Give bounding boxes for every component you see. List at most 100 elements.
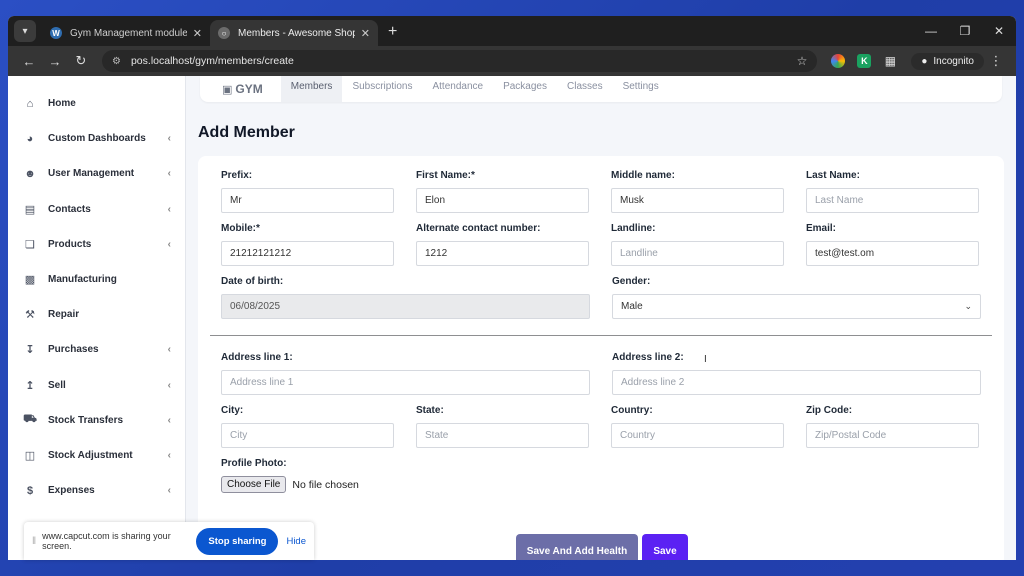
sidebar-item-label: User Management [48, 168, 135, 180]
tab-members[interactable]: Members [280, 76, 343, 102]
close-icon[interactable]: ✕ [361, 27, 370, 40]
incognito-badge[interactable]: ● Incognito [911, 52, 984, 70]
forward-icon[interactable]: → [42, 54, 68, 69]
first-name-label: First Name:* [416, 170, 475, 181]
tab-attendance[interactable]: Attendance [422, 76, 493, 102]
sidebar-item-label: Custom Dashboards [48, 133, 146, 145]
alt-contact-label: Alternate contact number: [416, 223, 541, 234]
gender-select[interactable]: Male ⌄ [612, 294, 981, 319]
dob-input[interactable]: 06/08/2025 [221, 294, 590, 319]
sidebar-item-purchases[interactable]: ↧ Purchases ‹ [8, 332, 185, 367]
tab-title: Gym Management module for ( [70, 27, 187, 39]
chevron-left-icon: ‹ [167, 485, 171, 497]
incognito-icon: ● [921, 55, 928, 67]
incognito-label: Incognito [933, 55, 974, 67]
address-bar[interactable]: ⚙ pos.localhost/gym/members/create ☆ [102, 50, 818, 72]
last-name-input[interactable]: Last Name [806, 188, 979, 213]
address1-input[interactable]: Address line 1 [221, 370, 590, 395]
sidebar-item-label: Expenses [48, 485, 95, 497]
first-name-input[interactable]: Elon [416, 188, 589, 213]
mobile-input[interactable]: 21212121212 [221, 241, 394, 266]
zip-input[interactable]: Zip/Postal Code [806, 423, 979, 448]
profile-photo-input: Choose File No file chosen [221, 476, 590, 493]
choose-file-button[interactable]: Choose File [221, 476, 287, 493]
sidebar-item-label: Stock Transfers [48, 414, 124, 426]
country-input[interactable]: Country [611, 423, 784, 448]
browser-window: ▾ W Gym Management module for ( ✕ ○ Memb… [8, 16, 1016, 560]
sidebar-item-repair[interactable]: ⚒ Repair [8, 297, 185, 332]
sidebar-item-sell[interactable]: ↥ Sell ‹ [8, 368, 185, 403]
extensions-puzzle-icon[interactable]: ▦ [883, 54, 897, 68]
city-input[interactable]: City [221, 423, 394, 448]
menu-dots-icon[interactable]: ⋮ [984, 53, 1008, 69]
close-icon[interactable]: ✕ [193, 27, 202, 40]
home-icon: ⌂ [26, 97, 34, 110]
address1-label: Address line 1: [221, 352, 293, 363]
zip-label: Zip Code: [806, 405, 853, 416]
sidebar-item-label: Home [48, 98, 76, 110]
url-text[interactable]: pos.localhost/gym/members/create [131, 55, 797, 67]
sidebar-item-label: Contacts [48, 203, 91, 215]
state-input[interactable]: State [416, 423, 589, 448]
address2-label: Address line 2: [612, 352, 684, 363]
tab-search-icon[interactable]: ▾ [14, 20, 36, 42]
tab-strip: ▾ W Gym Management module for ( ✕ ○ Memb… [8, 16, 1016, 46]
tab-subscriptions[interactable]: Subscriptions [342, 76, 422, 102]
save-and-add-health-button[interactable]: Save And Add Health [516, 534, 638, 560]
text-cursor-icon: I [704, 354, 707, 365]
sidebar: ⌂ Home ◕ Custom Dashboards ‹ ☻ User Mana… [8, 76, 186, 560]
sidebar-item-products[interactable]: ❏ Products ‹ [8, 227, 185, 262]
gender-label: Gender: [612, 276, 651, 287]
sidebar-item-manufacturing[interactable]: ▩ Manufacturing [8, 262, 185, 297]
city-label: City: [221, 405, 244, 416]
tab-packages[interactable]: Packages [493, 76, 557, 102]
share-message: www.capcut.com is sharing your screen. [42, 531, 171, 551]
app-body: ⌂ Home ◕ Custom Dashboards ‹ ☻ User Mana… [8, 76, 1016, 560]
landline-label: Landline: [611, 223, 656, 234]
tab-members[interactable]: ○ Members - Awesome Shop ✕ [210, 20, 378, 46]
reload-icon[interactable]: ↻ [68, 53, 94, 69]
hide-link[interactable]: Hide [286, 536, 306, 547]
sidebar-item-label: Products [48, 238, 92, 250]
member-form-card: Prefix: Mr First Name:* Elon Middle name… [198, 156, 1004, 560]
tab-classes[interactable]: Classes [557, 76, 613, 102]
gym-brand[interactable]: ▣ GYM [222, 82, 263, 96]
sidebar-item-home[interactable]: ⌂ Home [8, 86, 185, 121]
drag-handle-icon[interactable]: ‖ [32, 536, 36, 547]
middle-name-input[interactable]: Musk [611, 188, 784, 213]
extension-color-icon[interactable] [831, 54, 846, 68]
sidebar-item-label: Purchases [48, 344, 99, 356]
screen-share-banner: ‖ www.capcut.com is sharing your screen.… [24, 522, 314, 560]
address2-input[interactable]: Address line 2 [612, 370, 981, 395]
sidebar-item-user-management[interactable]: ☻ User Management ‹ [8, 156, 185, 191]
sidebar-item-expenses[interactable]: $ Expenses ‹ [8, 473, 185, 508]
sidebar-item-stock-adjustment[interactable]: ◫ Stock Adjustment ‹ [8, 438, 185, 473]
tab-gym-module[interactable]: W Gym Management module for ( ✕ [42, 20, 210, 46]
box-icon: ❏ [25, 238, 35, 251]
window-close-icon[interactable]: ✕ [982, 24, 1016, 38]
factory-icon: ▩ [24, 274, 36, 287]
sidebar-item-stock-transfers[interactable]: ⛟ Stock Transfers ‹ [8, 403, 185, 438]
sidebar-item-label: Manufacturing [48, 274, 117, 286]
state-label: State: [416, 405, 444, 416]
new-tab-icon[interactable]: + [388, 23, 397, 41]
prefix-input[interactable]: Mr [221, 188, 394, 213]
dashboard-icon: ◕ [26, 132, 34, 145]
save-button[interactable]: Save [642, 534, 688, 560]
restore-icon[interactable]: ❐ [948, 24, 982, 38]
back-icon[interactable]: ← [16, 54, 42, 69]
landline-input[interactable]: Landline [611, 241, 784, 266]
sidebar-item-contacts[interactable]: ▤ Contacts ‹ [8, 192, 185, 227]
tab-settings[interactable]: Settings [613, 76, 669, 102]
bookmark-star-icon[interactable]: ☆ [797, 54, 808, 68]
alt-contact-input[interactable]: 1212 [416, 241, 589, 266]
stop-sharing-button[interactable]: Stop sharing [196, 527, 279, 555]
chevron-left-icon: ‹ [167, 168, 171, 180]
extension-k-icon[interactable]: K [857, 54, 872, 68]
minimize-icon[interactable]: — [914, 24, 948, 38]
dumbbell-icon: ▣ [222, 83, 233, 96]
sidebar-item-label: Sell [48, 379, 66, 391]
site-info-icon[interactable]: ⚙ [112, 56, 121, 67]
sidebar-item-custom-dashboards[interactable]: ◕ Custom Dashboards ‹ [8, 121, 185, 156]
email-input[interactable]: test@test.om [806, 241, 979, 266]
